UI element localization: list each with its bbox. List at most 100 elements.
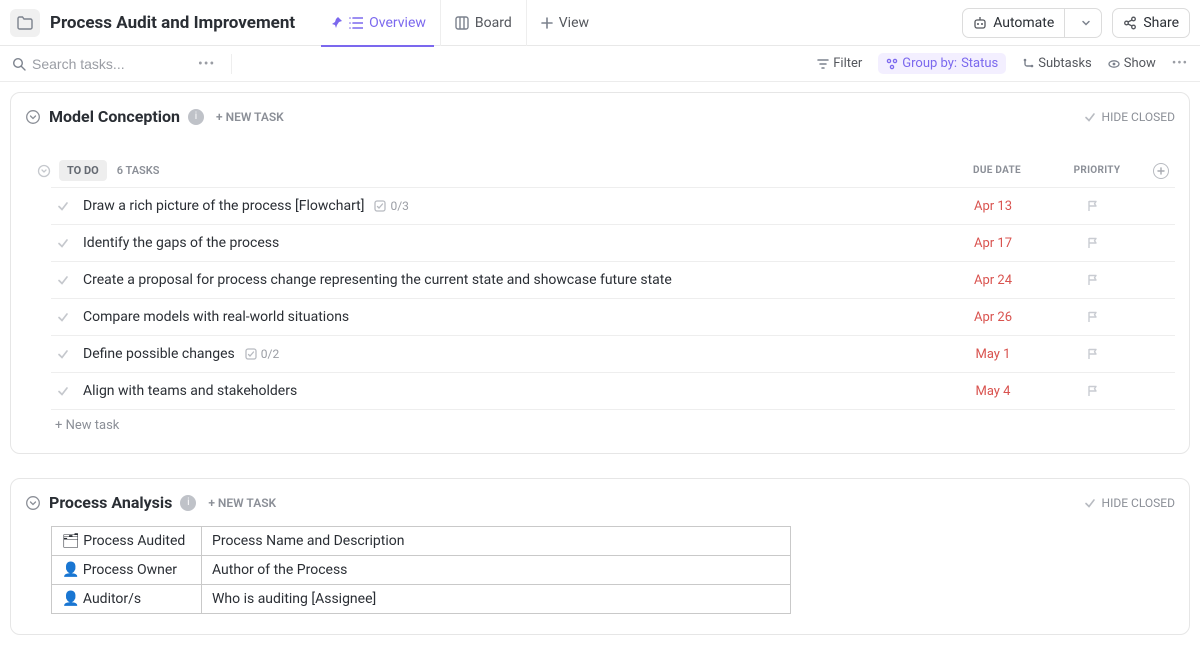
subtask-count: 0/3 — [374, 199, 408, 213]
add-task-row[interactable]: + New task — [51, 410, 1175, 441]
task-check-icon[interactable] — [55, 273, 71, 287]
hide-closed-button[interactable]: HIDE CLOSED — [1084, 110, 1175, 124]
automate-label: Automate — [993, 15, 1054, 31]
table-key: 👤 Auditor/s — [52, 585, 202, 614]
search-more-icon[interactable]: ••• — [198, 56, 215, 72]
task-row[interactable]: Identify the gaps of the process Apr 17 — [51, 225, 1175, 262]
task-check-icon[interactable] — [55, 236, 71, 250]
task-priority[interactable] — [1043, 310, 1143, 324]
tab-label: View — [559, 15, 589, 31]
task-name: Draw a rich picture of the process [Flow… — [83, 198, 364, 214]
new-task-button[interactable]: + NEW TASK — [216, 110, 284, 124]
subtasks-icon — [1022, 58, 1034, 70]
filter-icon — [817, 58, 829, 70]
pin-icon — [329, 16, 343, 30]
tab-add-view[interactable]: View — [527, 0, 603, 46]
task-priority[interactable] — [1043, 273, 1143, 287]
info-icon[interactable]: i — [180, 495, 196, 511]
subtasks-button[interactable]: Subtasks — [1022, 56, 1092, 71]
table-row: 👤 Process OwnerAuthor of the Process — [52, 556, 791, 585]
automate-chevron[interactable] — [1071, 8, 1101, 38]
search-input[interactable] — [32, 56, 182, 72]
view-tabs: Overview Board View — [315, 0, 603, 46]
flag-icon — [1086, 310, 1100, 324]
hide-closed-button[interactable]: HIDE CLOSED — [1084, 496, 1175, 510]
tab-overview[interactable]: Overview — [315, 0, 441, 46]
task-due-date[interactable]: May 4 — [943, 384, 1043, 399]
flag-icon — [1086, 273, 1100, 287]
task-priority[interactable] — [1043, 384, 1143, 398]
task-check-icon[interactable] — [55, 199, 71, 213]
task-due-date[interactable]: May 1 — [943, 347, 1043, 362]
task-check-icon[interactable] — [55, 384, 71, 398]
task-check-icon[interactable] — [55, 347, 71, 361]
new-task-button[interactable]: + NEW TASK — [208, 496, 276, 510]
show-button[interactable]: Show — [1108, 56, 1156, 71]
task-priority[interactable] — [1043, 236, 1143, 250]
task-name: Define possible changes — [83, 346, 235, 362]
task-list: Draw a rich picture of the process [Flow… — [51, 187, 1175, 441]
panel-title: Process Analysis — [49, 493, 172, 512]
share-label: Share — [1143, 15, 1179, 31]
task-priority[interactable] — [1043, 347, 1143, 361]
hide-closed-label: HIDE CLOSED — [1102, 110, 1175, 124]
hide-closed-label: HIDE CLOSED — [1102, 496, 1175, 510]
task-due-date[interactable]: Apr 13 — [943, 199, 1043, 214]
toolbar-more-icon[interactable]: ••• — [1172, 56, 1188, 71]
table-key: 👤 Process Owner — [52, 556, 202, 585]
flag-icon — [1086, 347, 1100, 361]
flag-icon — [1086, 236, 1100, 250]
collapse-icon[interactable] — [25, 495, 41, 511]
panel-process-analysis: Process Analysis i + NEW TASK HIDE CLOSE… — [10, 478, 1190, 635]
task-priority[interactable] — [1043, 199, 1143, 213]
task-row[interactable]: Align with teams and stakeholders May 4 — [51, 373, 1175, 410]
tab-board[interactable]: Board — [441, 0, 527, 46]
task-row[interactable]: Draw a rich picture of the process [Flow… — [51, 188, 1175, 225]
task-row[interactable]: Create a proposal for process change rep… — [51, 262, 1175, 299]
share-button[interactable]: Share — [1112, 8, 1190, 38]
task-due-date[interactable]: Apr 26 — [943, 310, 1043, 325]
info-icon[interactable]: i — [188, 109, 204, 125]
col-priority: PRIORITY — [1047, 165, 1147, 176]
task-name: Compare models with real-world situation… — [83, 309, 349, 325]
task-check-icon[interactable] — [55, 310, 71, 324]
groupby-value: Status — [961, 56, 998, 71]
group-header: TO DO 6 TASKS DUE DATE PRIORITY — [37, 160, 1175, 181]
panel-header: Process Analysis i + NEW TASK HIDE CLOSE… — [11, 479, 1189, 526]
automate-button[interactable]: Automate — [962, 8, 1102, 38]
table-value[interactable]: Author of the Process — [202, 556, 791, 585]
subtask-count: 0/2 — [245, 347, 279, 361]
task-name: Create a proposal for process change rep… — [83, 272, 672, 288]
check-icon — [1084, 111, 1096, 123]
table-value[interactable]: Who is auditing [Assignee] — [202, 585, 791, 614]
collapse-icon[interactable] — [37, 164, 51, 178]
task-row[interactable]: Compare models with real-world situation… — [51, 299, 1175, 336]
search-icon — [12, 57, 26, 71]
table-row: 🗂 Process AuditedProcess Name and Descri… — [52, 527, 791, 556]
panel-header: Model Conception i + NEW TASK HIDE CLOSE… — [11, 93, 1189, 140]
table-row: 👤 Auditor/sWho is auditing [Assignee] — [52, 585, 791, 614]
status-pill[interactable]: TO DO — [59, 160, 107, 181]
groupby-label: Group by: — [902, 56, 957, 71]
separator — [231, 54, 232, 74]
robot-icon — [973, 16, 987, 30]
table-value[interactable]: Process Name and Description — [202, 527, 791, 556]
col-due-date: DUE DATE — [947, 165, 1047, 176]
eye-icon — [1108, 58, 1120, 70]
task-count: 6 TASKS — [117, 164, 160, 177]
task-name: Align with teams and stakeholders — [83, 383, 297, 399]
folder-icon[interactable] — [10, 9, 40, 37]
task-row[interactable]: Define possible changes 0/2 May 1 — [51, 336, 1175, 373]
tab-label: Board — [475, 15, 512, 31]
search-wrap — [12, 56, 182, 72]
check-icon — [1084, 497, 1096, 509]
groupby-button[interactable]: Group by: Status — [878, 53, 1006, 74]
plus-icon — [1157, 167, 1165, 175]
collapse-icon[interactable] — [25, 109, 41, 125]
task-due-date[interactable]: Apr 17 — [943, 236, 1043, 251]
task-due-date[interactable]: Apr 24 — [943, 273, 1043, 288]
chevron-down-icon — [1081, 18, 1091, 28]
share-icon — [1123, 16, 1137, 30]
filter-button[interactable]: Filter — [817, 56, 862, 71]
add-column-button[interactable] — [1147, 163, 1175, 179]
